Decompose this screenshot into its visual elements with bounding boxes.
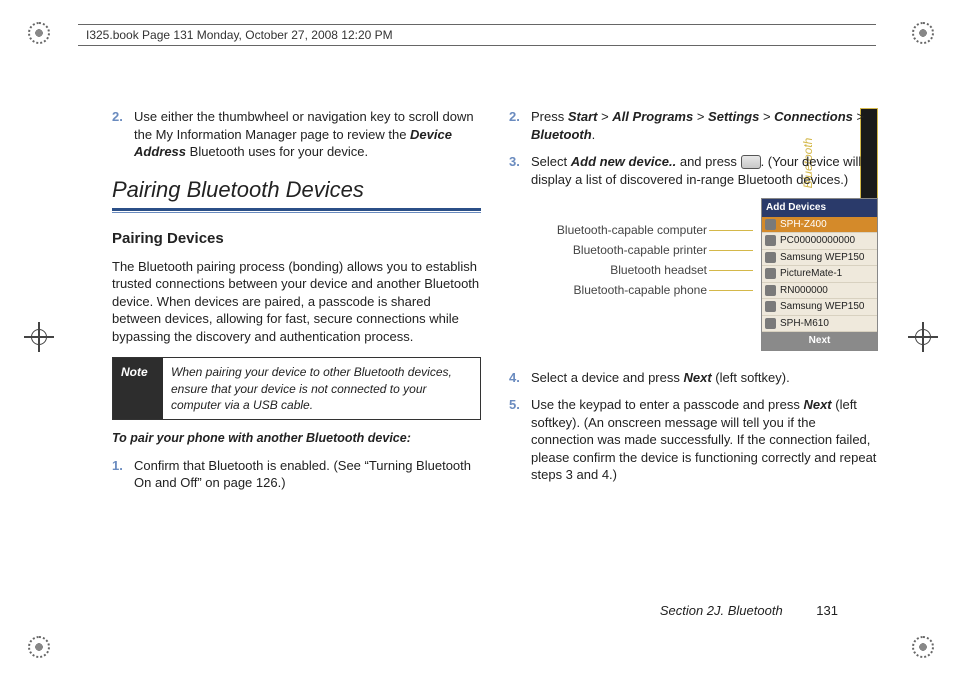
title-rule-thin [112, 212, 481, 213]
callout-labels: Bluetooth-capable computer Bluetooth-cap… [509, 198, 707, 300]
device-icon [765, 301, 776, 312]
step-text: Select Add new device.. and press . (You… [531, 154, 861, 187]
ok-button-icon [741, 155, 761, 169]
crop-gear-icon [912, 22, 934, 44]
device-row: Samsung WEP150 [762, 250, 877, 267]
right-step-2: 2. Press Start > All Programs > Settings… [531, 108, 878, 143]
left-column: 2. Use either the thumbwheel or navigati… [112, 108, 481, 620]
note-box: Note When pairing your device to other B… [112, 357, 481, 420]
footer-page-number: 131 [816, 603, 838, 618]
step-number: 2. [112, 108, 123, 126]
page-body: 2. Use either the thumbwheel or navigati… [112, 108, 878, 620]
crop-register-icon [908, 322, 938, 352]
footer-section: Section 2J. Bluetooth [660, 603, 783, 618]
crop-gear-icon [28, 22, 50, 44]
intro-paragraph: The Bluetooth pairing process (bonding) … [112, 258, 481, 346]
device-row: SPH-Z400 [762, 217, 877, 234]
left-step-2: 2. Use either the thumbwheel or navigati… [134, 108, 481, 161]
device-softkey-next: Next [762, 332, 877, 350]
step-number: 2. [509, 108, 520, 126]
header-text: I325.book Page 131 Monday, October 27, 2… [86, 28, 393, 42]
right-column: 2. Press Start > All Programs > Settings… [509, 108, 878, 620]
step-text: Select a device and press Next (left sof… [531, 370, 790, 385]
step-number: 5. [509, 396, 520, 414]
step-text: Confirm that Bluetooth is enabled. (See … [134, 458, 471, 491]
device-screenshot: Add Devices SPH-Z400 PC00000000000 Samsu… [761, 198, 878, 351]
device-icon [765, 219, 776, 230]
callout-computer: Bluetooth-capable computer [509, 220, 707, 240]
step-text: Use either the thumbwheel or navigation … [134, 109, 474, 159]
device-row: SPH-M610 [762, 316, 877, 333]
page-header: I325.book Page 131 Monday, October 27, 2… [78, 24, 876, 46]
step-number: 4. [509, 369, 520, 387]
step-text: Use the keypad to enter a passcode and p… [531, 397, 876, 482]
device-icon [765, 268, 776, 279]
left-step-1: 1. Confirm that Bluetooth is enabled. (S… [134, 457, 481, 492]
callout-headset: Bluetooth headset [509, 260, 707, 280]
device-icon [765, 235, 776, 246]
device-row: RN000000 [762, 283, 877, 300]
device-icon [765, 285, 776, 296]
right-step-4: 4. Select a device and press Next (left … [531, 369, 878, 387]
crop-register-icon [24, 322, 54, 352]
step-number: 3. [509, 153, 520, 171]
device-icon [765, 318, 776, 329]
device-row: Samsung WEP150 [762, 299, 877, 316]
device-row: PictureMate-1 [762, 266, 877, 283]
right-step-3: 3. Select Add new device.. and press . (… [531, 153, 878, 188]
device-icon [765, 252, 776, 263]
page-footer: Section 2J. Bluetooth 131 [660, 603, 838, 618]
callout-figure: Bluetooth-capable computer Bluetooth-cap… [509, 198, 878, 351]
instruction-lead: To pair your phone with another Bluetoot… [112, 430, 481, 447]
step-text: Press Start > All Programs > Settings > … [531, 109, 864, 142]
callout-printer: Bluetooth-capable printer [509, 240, 707, 260]
note-label: Note [113, 358, 163, 419]
crop-gear-icon [28, 636, 50, 658]
device-titlebar: Add Devices [762, 199, 877, 217]
crop-gear-icon [912, 636, 934, 658]
note-text: When pairing your device to other Blueto… [163, 358, 480, 419]
right-step-5: 5. Use the keypad to enter a passcode an… [531, 396, 878, 484]
title-rule [112, 208, 481, 211]
step-number: 1. [112, 457, 123, 475]
device-row: PC00000000000 [762, 233, 877, 250]
callout-phone: Bluetooth-capable phone [509, 280, 707, 300]
subheading: Pairing Devices [112, 229, 481, 249]
section-title: Pairing Bluetooth Devices [112, 175, 481, 205]
